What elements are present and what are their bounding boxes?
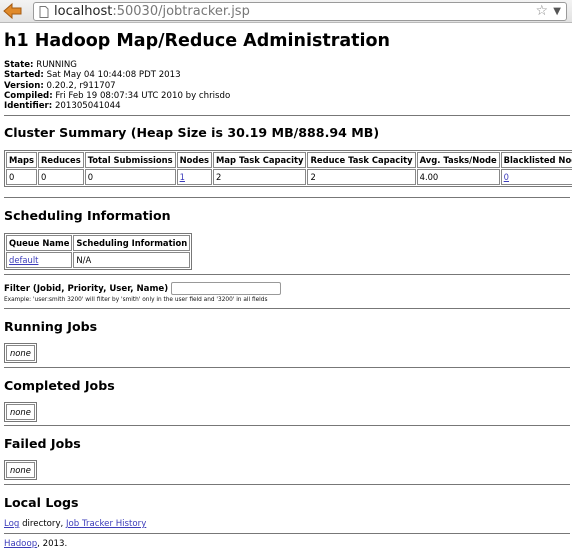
header-map-task-capacity: Map Task Capacity	[213, 152, 307, 168]
completed-jobs-heading: Completed Jobs	[4, 378, 115, 393]
version-line: Version: 0.20.2, r911707	[4, 81, 230, 91]
back-arrow-icon	[3, 2, 22, 20]
back-button[interactable]	[2, 2, 24, 20]
tracker-info: State: RUNNING Started: Sat May 04 10:44…	[4, 60, 230, 111]
local-logs-heading: Local Logs	[4, 495, 79, 510]
cell-reduce-task-capacity: 2	[307, 169, 416, 185]
history-dropdown-icon[interactable]: ▼	[553, 3, 561, 20]
completed-jobs-empty: none	[6, 404, 35, 420]
divider	[4, 308, 570, 309]
filter-row: Filter (Jobid, Priority, User, Name)	[4, 282, 282, 295]
header-blacklisted-nodes: Blacklisted Nodes	[500, 152, 572, 168]
cell-map-task-capacity: 2	[213, 169, 307, 185]
divider	[4, 425, 570, 426]
table-row: default N/A	[6, 252, 191, 268]
compiled-value: Fri Feb 19 08:07:34 UTC 2010 by chrisdo	[55, 90, 231, 101]
divider	[4, 115, 570, 116]
started-value: Sat May 04 10:44:08 PDT 2013	[46, 70, 181, 81]
filter-label: Filter (Jobid, Priority, User, Name)	[4, 284, 169, 294]
version-value: 0.20.2, r911707	[46, 80, 116, 91]
cell-reduces: 0	[37, 169, 84, 185]
cluster-summary-table: Maps Reduces Total Submissions Nodes Map…	[4, 150, 572, 187]
divider	[4, 533, 570, 534]
table-row: 0 0 0 1 2 2 4.00 0	[6, 169, 572, 185]
cell-avg-tasks-node: 4.00	[416, 169, 500, 185]
divider	[4, 367, 570, 368]
url-host: localhost	[54, 4, 113, 19]
log-directory-link[interactable]: Log	[4, 519, 19, 529]
running-jobs-empty: none	[6, 345, 35, 361]
header-avg-tasks-node: Avg. Tasks/Node	[416, 152, 500, 168]
scheduling-heading: Scheduling Information	[4, 208, 171, 223]
footer-year: , 2013.	[37, 539, 68, 549]
cell-scheduling-info: N/A	[73, 252, 191, 268]
queue-default-link[interactable]: default	[9, 255, 38, 265]
footer: Hadoop, 2013.	[4, 539, 67, 549]
header-scheduling-information: Scheduling Information	[73, 235, 191, 251]
nodes-link[interactable]: 1	[180, 172, 185, 182]
cell-total-submissions: 0	[84, 169, 176, 185]
divider	[4, 484, 570, 485]
bookmark-star-icon[interactable]: ☆	[535, 3, 548, 20]
divider	[4, 274, 570, 275]
identifier-value: 201305041044	[54, 101, 121, 112]
filter-example: Example: 'user:smith 3200' will filter b…	[4, 297, 268, 303]
started-label: Started:	[4, 70, 44, 81]
header-reduces: Reduces	[37, 152, 84, 168]
hadoop-link[interactable]: Hadoop	[4, 539, 37, 549]
identifier-label: Identifier:	[4, 101, 53, 112]
state-label: State:	[4, 60, 34, 70]
cell-maps: 0	[6, 169, 37, 185]
page-title: h1 Hadoop Map/Reduce Administration	[4, 31, 391, 51]
header-maps: Maps	[6, 152, 37, 168]
completed-jobs-table: none	[4, 402, 37, 422]
state-line: State: RUNNING	[4, 60, 230, 70]
identifier-line: Identifier: 201305041044	[4, 101, 230, 111]
running-jobs-heading: Running Jobs	[4, 319, 98, 334]
compiled-line: Compiled: Fri Feb 19 08:07:34 UTC 2010 b…	[4, 91, 230, 101]
started-line: Started: Sat May 04 10:44:08 PDT 2013	[4, 70, 230, 80]
cell-nodes: 1	[176, 169, 213, 185]
compiled-label: Compiled:	[4, 90, 53, 101]
header-total-submissions: Total Submissions	[84, 152, 176, 168]
cell-queue-name: default	[6, 252, 73, 268]
running-jobs-table: none	[4, 343, 37, 363]
cluster-summary-heading: Cluster Summary (Heap Size is 30.19 MB/8…	[4, 125, 380, 140]
scheduling-table: Queue Name Scheduling Information defaul…	[4, 233, 193, 270]
failed-jobs-empty: none	[6, 462, 35, 478]
state-value: RUNNING	[36, 60, 77, 70]
browser-toolbar: localhost:50030/jobtracker.jsp ☆ ▼	[0, 0, 572, 23]
job-tracker-history-link[interactable]: Job Tracker History	[66, 519, 146, 529]
table-header-row: Maps Reduces Total Submissions Nodes Map…	[6, 152, 572, 168]
cell-blacklisted-nodes: 0	[500, 169, 572, 185]
page-icon	[39, 6, 49, 18]
header-nodes: Nodes	[176, 152, 213, 168]
version-label: Version:	[4, 80, 44, 91]
directory-text: directory,	[19, 519, 66, 529]
header-reduce-task-capacity: Reduce Task Capacity	[307, 152, 416, 168]
failed-jobs-heading: Failed Jobs	[4, 436, 81, 451]
url-text: localhost:50030/jobtracker.jsp	[54, 3, 250, 20]
table-header-row: Queue Name Scheduling Information	[6, 235, 191, 251]
failed-jobs-table: none	[4, 460, 37, 480]
header-queue-name: Queue Name	[6, 235, 73, 251]
url-path: :50030/jobtracker.jsp	[112, 4, 250, 19]
local-logs-line: Log directory, Job Tracker History	[4, 519, 146, 529]
divider	[4, 197, 570, 198]
blacklisted-nodes-link[interactable]: 0	[504, 172, 509, 182]
address-bar[interactable]: localhost:50030/jobtracker.jsp ☆ ▼	[33, 2, 567, 21]
filter-input[interactable]	[171, 282, 282, 295]
